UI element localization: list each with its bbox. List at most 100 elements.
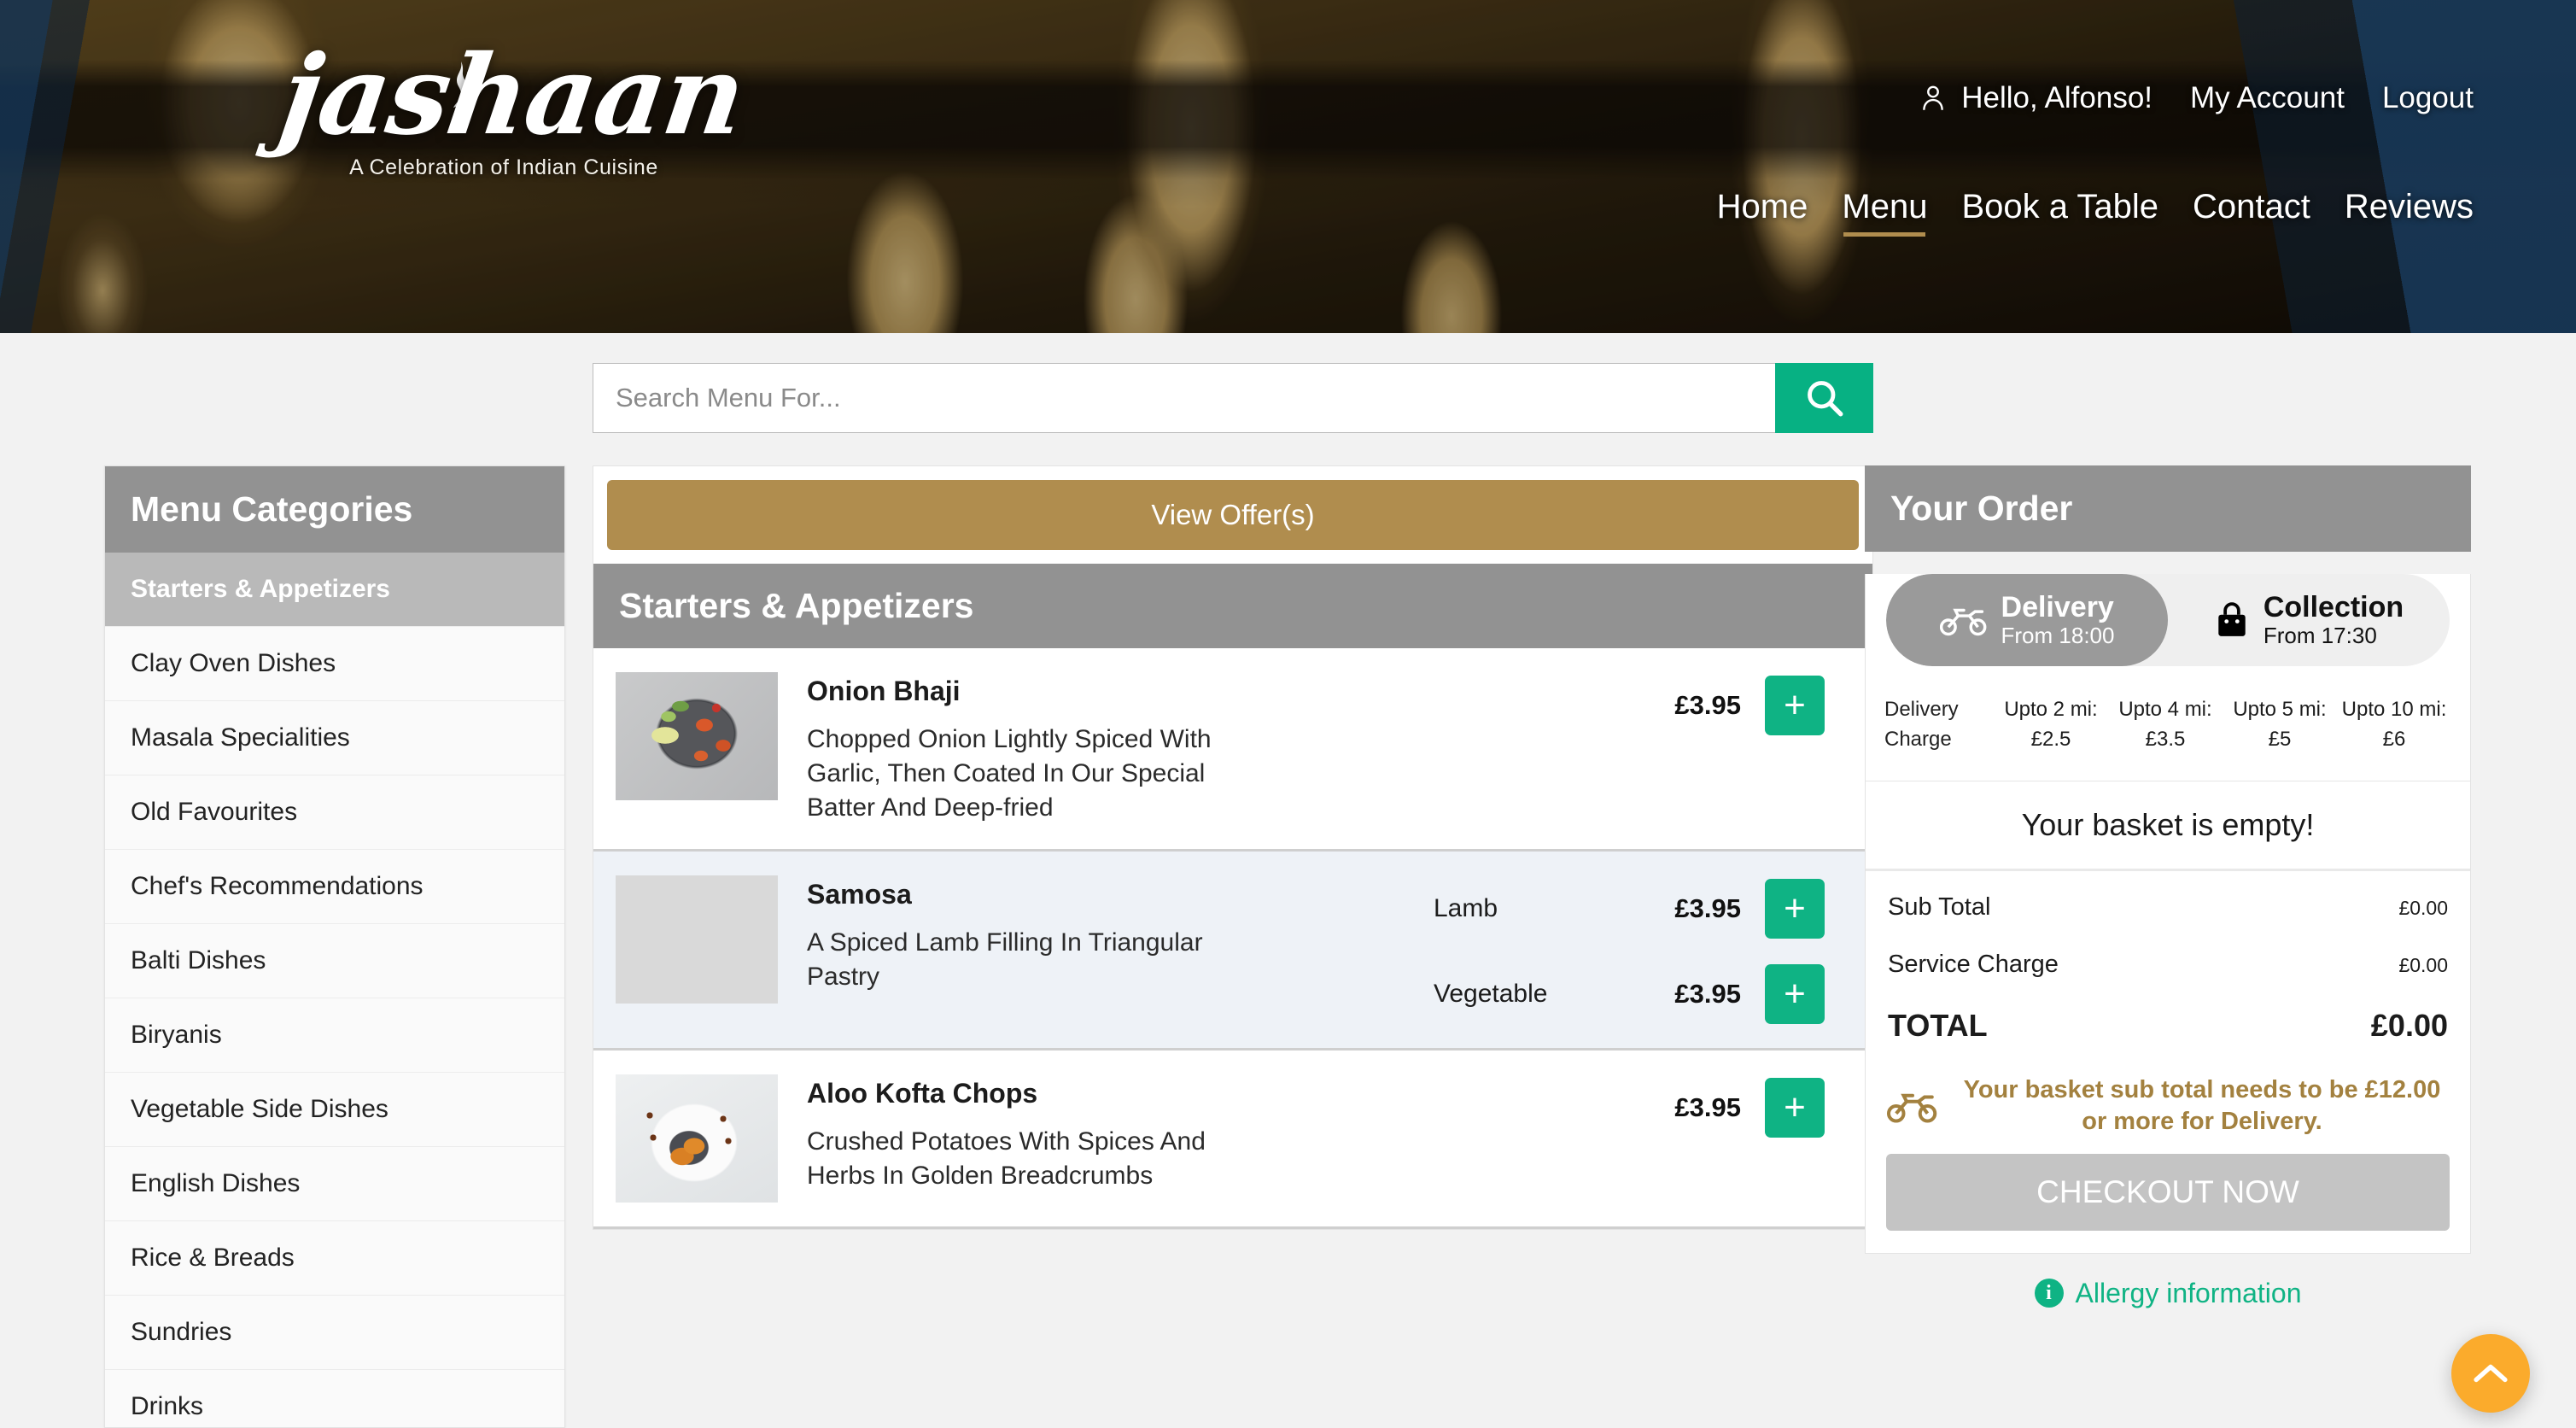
sidebar-item-clay-oven-dishes[interactable]: Clay Oven Dishes [105,627,564,701]
view-offers-button[interactable]: View Offer(s) [607,480,1859,550]
sidebar-item-starters-appetizers[interactable]: Starters & Appetizers [105,553,564,627]
item-text-block: Onion Bhaji Chopped Onion Lightly Spiced… [807,672,1405,825]
nav-item-menu[interactable]: Menu [1842,188,1927,240]
variant-price: £3.95 [1674,1091,1741,1122]
search-bar [593,363,1873,433]
charge-cell: Upto 4 mi: £3.5 [2108,695,2223,755]
add-to-basket-button[interactable]: + [1765,963,1825,1024]
sidebar-item-rice-breads[interactable]: Rice & Breads [105,1221,564,1296]
menu-item-row[interactable]: Aloo Kofta Chops Crushed Potatoes With S… [593,1051,1872,1229]
sidebar-item-masala-specialities[interactable]: Masala Specialities [105,701,564,775]
collection-time: From 17:30 [2263,623,2377,649]
sidebar-item-drinks[interactable]: Drinks [105,1370,564,1427]
minimum-order-text: Your basket sub total needs to be £12.00… [1963,1075,2441,1136]
samosa-photo [616,875,778,1004]
basket-empty-message: Your basket is empty! [1866,781,2470,871]
delivery-charge-table: Delivery Charge Upto 2 mi: £2.5 Upto 4 m… [1866,666,2470,781]
subtotal-label: Sub Total [1888,892,1991,921]
order-totals: Sub Total £0.00 Service Charge £0.00 TOT… [1866,871,2470,1066]
menu-item-row[interactable]: Onion Bhaji Chopped Onion Lightly Spiced… [593,648,1872,852]
menu-list-panel: View Offer(s) Starters & Appetizers Onio… [593,465,1873,1428]
delivery-time: From 18:00 [2001,623,2115,649]
menu-items-list: Onion Bhaji Chopped Onion Lightly Spiced… [593,648,1873,1230]
item-text-block: Samosa A Spiced Lamb Filling In Triangul… [807,875,1405,994]
checkout-now-button[interactable]: CHECKOUT NOW [1886,1153,2450,1231]
nav-item-home[interactable]: Home [1717,188,1808,240]
item-description: Crushed Potatoes With Spices And Herbs I… [807,1127,1206,1190]
collection-mode-option[interactable]: Collection From 17:30 [2168,574,2450,666]
onion-bhaji-photo [616,672,778,800]
charge-distance: Upto 2 mi: [2004,698,2098,721]
offers-container: View Offer(s) [593,465,1873,564]
charge-cell: Upto 5 mi: £5 [2223,695,2337,755]
charge-distance: Upto 4 mi: [2118,698,2212,721]
minimum-order-notice: Your basket sub total needs to be £12.00… [1866,1066,2470,1138]
hero-banner: jashaan A Celebration of Indian Cuisine … [0,0,2576,333]
info-icon: i [2034,1279,2064,1308]
search-input[interactable] [593,363,1775,433]
user-account-bar: Hello, Alfonso! My Account Logout [1920,81,2474,115]
item-description: A Spiced Lamb Filling In Triangular Past… [807,928,1203,991]
order-panel: Your Order Delivery From 18:00 Collectio… [1865,465,2471,1309]
greeting-text: Hello, Alfonso! [1961,81,2153,114]
item-variants: £3.95 + [1434,672,1843,735]
variant-row: £3.95 + [1434,1077,1843,1138]
delivery-mode-labels: Delivery From 18:00 [2001,591,2115,648]
add-to-basket-button[interactable]: + [1765,878,1825,939]
service-charge-value: £0.00 [2398,953,2448,976]
sidebar-item-old-favourites[interactable]: Old Favourites [105,775,564,850]
charge-price: £5 [2268,727,2292,751]
sidebar-item-english-dishes[interactable]: English Dishes [105,1147,564,1221]
sidebar-item-biryanis[interactable]: Biryanis [105,998,564,1073]
add-to-basket-button[interactable]: + [1765,676,1825,735]
aloo-kofta-photo [616,1074,778,1203]
nav-item-book-a-table[interactable]: Book a Table [1961,188,2158,240]
scroll-to-top-button[interactable] [2451,1334,2530,1413]
search-button[interactable] [1775,363,1873,433]
allergy-label: Allergy information [2075,1277,2302,1308]
delivery-label: Delivery [2001,591,2114,624]
user-icon [1923,85,1944,110]
item-variants: £3.95 + [1434,1074,1843,1138]
nav-item-reviews[interactable]: Reviews [2345,188,2474,240]
add-to-basket-button[interactable]: + [1765,1077,1825,1138]
motorbike-icon [1939,608,1986,636]
sidebar-item-chefs-recommendations[interactable]: Chef's Recommendations [105,850,564,924]
item-name: Onion Bhaji [807,676,961,706]
nav-item-contact[interactable]: Contact [2193,188,2310,240]
charge-label-line1: Delivery [1884,698,1959,721]
subtotal-value: £0.00 [2398,896,2448,919]
charge-price: £6 [2382,727,2406,751]
variant-label-lamb: Lamb [1434,893,1498,922]
total-row: TOTAL £0.00 [1888,1008,2448,1044]
menu-item-row[interactable]: Samosa A Spiced Lamb Filling In Triangul… [593,851,1872,1051]
service-charge-row: Service Charge £0.00 [1888,951,2448,979]
allergy-information-link[interactable]: i Allergy information [1865,1278,2471,1309]
sidebar-item-vegetable-side-dishes[interactable]: Vegetable Side Dishes [105,1073,564,1147]
charge-price: £2.5 [2030,727,2071,751]
brand-name: jashaan [272,32,751,160]
delivery-mode-option[interactable]: Delivery From 18:00 [1886,574,2168,666]
charge-distance: Upto 5 mi: [2233,698,2327,721]
collection-mode-labels: Collection From 17:30 [2263,591,2404,648]
variant-row: Lamb £3.95 + [1434,878,1843,939]
sidebar-item-balti-dishes[interactable]: Balti Dishes [105,924,564,998]
sidebar-item-sundries[interactable]: Sundries [105,1296,564,1370]
logout-link[interactable]: Logout [2382,81,2474,115]
user-greeting: Hello, Alfonso! [1920,81,2153,115]
variant-price-lamb: £3.95 [1674,892,1741,923]
menu-categories-title: Menu Categories [105,466,564,553]
variant-row: Vegetable £3.95 + [1434,963,1843,1024]
bag-icon [2218,602,2246,636]
total-label: TOTAL [1888,1007,1988,1043]
total-value: £0.00 [2370,1007,2448,1043]
item-name: Aloo Kofta Chops [807,1077,1038,1109]
variant-price: £3.95 [1674,690,1741,720]
subtotal-row: Sub Total £0.00 [1888,893,2448,922]
brand-logo[interactable]: jashaan A Celebration of Indian Cuisine [272,32,751,180]
service-charge-label: Service Charge [1888,950,2059,978]
item-name: Samosa [807,878,912,910]
my-account-link[interactable]: My Account [2190,81,2345,115]
menu-categories-panel: Menu Categories Starters & Appetizers Cl… [104,465,565,1428]
main-navigation: Home Menu Book a Table Contact Reviews [1717,188,2474,240]
